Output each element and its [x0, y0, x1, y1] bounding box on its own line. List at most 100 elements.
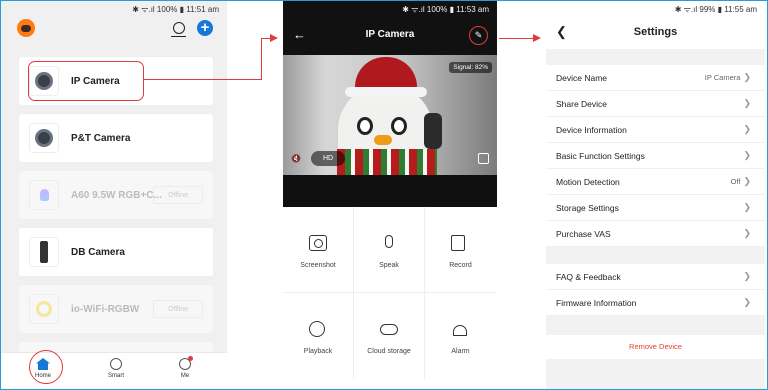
headphone-object [424, 113, 442, 149]
page-title: IP Camera [365, 29, 415, 40]
chevron-right-icon: ❯ [743, 297, 751, 307]
device-name: P&T Camera [71, 132, 131, 144]
quality-button[interactable]: HD [311, 151, 345, 166]
chevron-right-icon: ❯ [743, 202, 751, 212]
action-label: Cloud storage [367, 348, 411, 355]
fullscreen-icon[interactable] [478, 153, 489, 164]
tab-smart[interactable]: Smart [96, 356, 136, 379]
home-header: + [1, 17, 227, 41]
device-card-io-wifi-rgbw[interactable]: io-WiFi-RGBW Offline [19, 285, 213, 333]
playback-button[interactable]: Playback [283, 293, 354, 379]
offline-badge: Offline [153, 300, 203, 318]
device-card-db-camera[interactable]: DB Camera [19, 228, 213, 276]
alarm-icon [453, 325, 467, 336]
chevron-right-icon: ❯ [743, 271, 751, 281]
chevron-right-icon: ❯ [743, 72, 751, 82]
row-label: Motion Detection [556, 176, 620, 187]
action-label: Alarm [451, 348, 470, 355]
device-name: DB Camera [71, 246, 125, 258]
row-share-device[interactable]: Share Device ❯ [546, 91, 765, 117]
tab-label: Me [180, 373, 190, 379]
edit-pencil-icon[interactable]: ✎ [469, 26, 488, 45]
doorbell-icon [40, 241, 48, 263]
device-card-pt-camera[interactable]: P&T Camera [19, 114, 213, 162]
record-button[interactable]: Record [425, 207, 496, 293]
offline-badge: Offline [153, 186, 203, 204]
add-device-button[interactable]: + [197, 20, 213, 36]
row-device-information[interactable]: Device Information ❯ [546, 117, 765, 143]
row-label: Share Device [556, 98, 608, 109]
chevron-right-icon: ❯ [743, 150, 751, 160]
row-label: Device Name [556, 72, 608, 83]
settings-group-device: Device Name IP Camera ❯ Share Device ❯ Devi… [546, 65, 765, 247]
video-record-icon [451, 235, 465, 251]
device-list-screen: ✱ ᯤ.ıl 100% ▮ 11:51 am + IP Camera P&T C… [1, 1, 227, 389]
cloud-icon [380, 324, 398, 335]
screenshot-button[interactable]: Screenshot [283, 207, 354, 293]
connector-line [499, 38, 535, 40]
row-label: Basic Function Settings [556, 150, 645, 161]
penguin-eye [357, 117, 373, 135]
row-device-name[interactable]: Device Name IP Camera ❯ [546, 65, 765, 91]
action-label: Speak [379, 262, 399, 269]
connector-line [144, 79, 262, 81]
arrow-head-icon [533, 34, 541, 42]
chevron-right-icon: ❯ [743, 98, 751, 108]
home-avatar-icon[interactable] [17, 19, 35, 37]
status-bar: ✱ ᯤ.ıl 100% ▮ 11:51 am [1, 1, 227, 17]
device-card-a60-bulb[interactable]: A60 9.5W RGB+C... Offline [19, 171, 213, 219]
row-faq-feedback[interactable]: FAQ & Feedback ❯ [546, 264, 765, 290]
chevron-right-icon: ❯ [743, 176, 751, 186]
row-storage-settings[interactable]: Storage Settings ❯ [546, 195, 765, 221]
scan-icon[interactable] [171, 22, 186, 37]
tab-label: Smart [107, 373, 124, 379]
live-video[interactable]: Signal: 82% 🔇 HD [283, 55, 497, 175]
device-thumb [29, 180, 59, 210]
highlight-circle-home [29, 350, 63, 384]
device-name: io-WiFi-RGBW [71, 303, 140, 315]
row-firmware-information[interactable]: Firmware Information ❯ [546, 290, 765, 316]
chevron-right-icon: ❯ [743, 124, 751, 134]
light-ring-icon [36, 301, 52, 317]
playback-icon [309, 321, 325, 337]
row-motion-detection[interactable]: Motion Detection Off ❯ [546, 169, 765, 195]
cloud-storage-button[interactable]: Cloud storage [354, 293, 425, 379]
action-label: Screenshot [300, 262, 336, 269]
penguin-eye [391, 117, 407, 135]
camera-view-screen: ✱ ᯤ.ıl 100% ▮ 11:53 am ← IP Camera ✎ Sig… [283, 1, 497, 389]
penguin-hat-band [345, 87, 427, 97]
row-label: Device Information [556, 124, 627, 135]
device-thumb [29, 237, 59, 267]
device-thumb [29, 123, 59, 153]
settings-header: ❮ Settings [546, 17, 765, 49]
camera-icon [309, 235, 327, 251]
mute-icon[interactable]: 🔇 [291, 154, 301, 163]
row-label: Purchase VAS [556, 228, 611, 239]
tab-me[interactable]: Me [165, 356, 205, 379]
row-label: Storage Settings [556, 202, 619, 213]
row-label: FAQ & Feedback [556, 271, 621, 282]
status-text: ✱ ᯤ.ıl 100% ▮ 11:51 am [132, 4, 219, 14]
settings-group-support: FAQ & Feedback ❯ Firmware Information ❯ [546, 264, 765, 316]
alarm-button[interactable]: Alarm [425, 293, 496, 379]
camera-icon [35, 129, 53, 147]
camera-header: ← IP Camera ✎ [283, 17, 497, 55]
action-label: Playback [303, 348, 333, 355]
action-grid: Screenshot Speak Record Playback Cloud s… [283, 207, 497, 389]
row-basic-function-settings[interactable]: Basic Function Settings ❯ [546, 143, 765, 169]
signal-badge: Signal: 82% [449, 62, 492, 73]
status-bar: ✱ ᯤ.ıl 99% ▮ 11:55 am [546, 1, 765, 17]
device-name: A60 9.5W RGB+C... [71, 189, 162, 201]
status-text: ✱ ᯤ.ıl 99% ▮ 11:55 am [674, 4, 757, 14]
status-bar: ✱ ᯤ.ıl 100% ▮ 11:53 am [283, 1, 497, 17]
microphone-icon [385, 235, 393, 248]
status-text: ✱ ᯤ.ıl 100% ▮ 11:53 am [402, 4, 489, 14]
video-toolbar [283, 175, 497, 207]
action-label: Record [449, 262, 472, 269]
row-label: Firmware Information [556, 297, 637, 308]
smart-sun-icon [110, 358, 122, 370]
row-purchase-vas[interactable]: Purchase VAS ❯ [546, 221, 765, 247]
remove-device-button[interactable]: Remove Device [546, 335, 765, 359]
row-value: IP Camera [704, 73, 741, 82]
speak-button[interactable]: Speak [354, 207, 425, 293]
